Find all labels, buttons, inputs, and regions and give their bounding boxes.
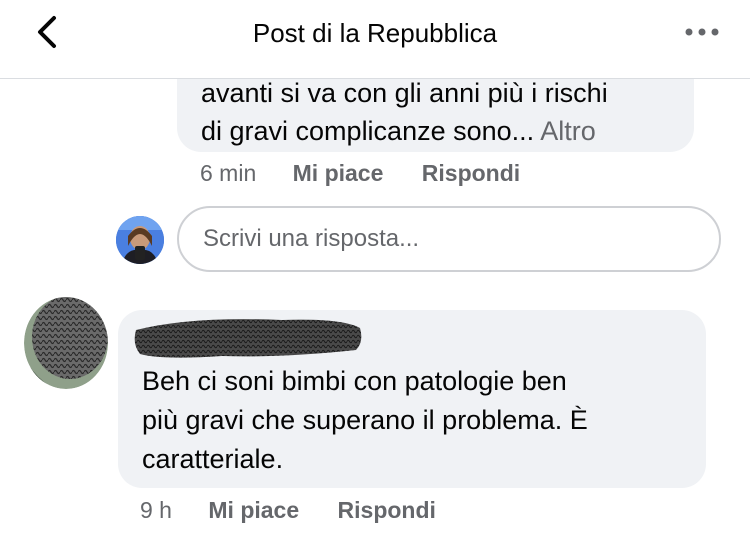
comment-text-line: caratteriale.	[142, 444, 284, 474]
reply-button[interactable]: Rispondi	[338, 497, 436, 524]
comment-text-line: di gravi complicanze sono...	[201, 116, 541, 146]
avatar-image	[24, 297, 108, 389]
avatar[interactable]	[24, 297, 108, 389]
comment-text-line: avanti si va con gli anni più i rischi	[201, 78, 608, 108]
like-button[interactable]: Mi piace	[208, 497, 299, 524]
comment-actions: 9 h Mi piace Rispondi	[140, 497, 436, 524]
avatar	[116, 216, 164, 264]
page-title: Post di la Repubblica	[252, 18, 498, 48]
comment-text: avanti si va con gli anni più i rischi d…	[201, 74, 608, 150]
see-more-link[interactable]: Altro	[540, 116, 596, 146]
redacted-name	[134, 319, 362, 358]
reply-button[interactable]: Rispondi	[422, 160, 520, 187]
comment-text-line: Beh ci soni bimbi con patologie ben	[142, 366, 567, 396]
comment-bubble: Beh ci soni bimbi con patologie ben più …	[118, 310, 706, 488]
comment-time: 9 h	[140, 497, 172, 523]
top-bar: Post di la Repubblica	[0, 0, 750, 79]
comment-time: 6 min	[200, 160, 257, 186]
more-horizontal-icon	[685, 28, 719, 36]
reply-input[interactable]	[177, 206, 721, 272]
avatar-image	[116, 216, 164, 264]
more-options-button[interactable]	[682, 20, 722, 44]
like-button[interactable]: Mi piace	[293, 160, 384, 187]
comment-text: Beh ci soni bimbi con patologie ben più …	[142, 362, 588, 479]
comment-actions: 6 min Mi piace Rispondi	[200, 160, 520, 187]
comment-text-line: più gravi che superano il problema. È	[142, 405, 588, 435]
